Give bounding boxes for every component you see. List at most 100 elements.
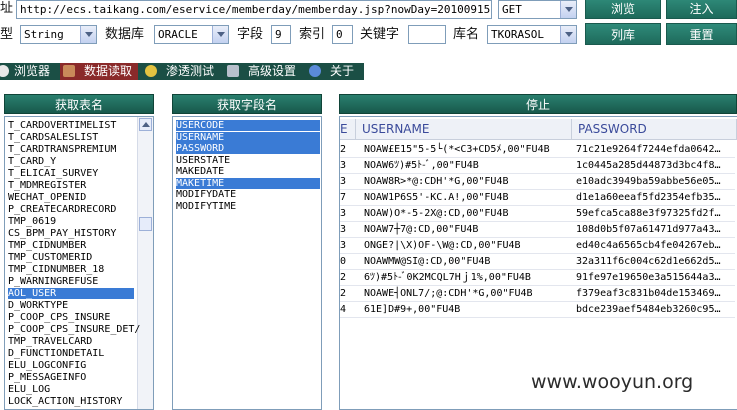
grid-column-header[interactable]: PASSWORD	[572, 119, 737, 140]
list-item[interactable]: ELU_LOGCONFIG	[8, 360, 134, 371]
info-icon	[309, 65, 321, 77]
list-item[interactable]: USERCODE	[176, 120, 320, 131]
list-item[interactable]: P_COOP_CPS_INSURE	[8, 312, 134, 323]
list-item[interactable]: WECHAT_OPENID	[8, 192, 134, 203]
tables-list[interactable]: T_CARDOVERTIMELIST T_CARDSALESLIST T_CARDT…	[4, 116, 154, 410]
table-cell: NOAW6ﾂ)#5ﾄ-ﾞ,00"FU4B	[364, 160, 479, 171]
list-item[interactable]: AOL_USER	[8, 288, 134, 299]
list-item[interactable]: T_ELICAI_SURVEY	[8, 168, 134, 179]
tab-about-label: 关于	[330, 64, 355, 78]
table-cell: 3	[340, 208, 347, 219]
inject-button[interactable]: 注入	[666, 0, 737, 19]
type-label: 型	[0, 27, 14, 42]
row-divider	[340, 317, 735, 318]
tab-pentest[interactable]: 渗透测试	[142, 63, 220, 80]
list-item[interactable]: P_CREATECARDRECORD	[8, 204, 134, 215]
table-cell: 59efca5ca88e3f97325fd2f…	[576, 208, 721, 219]
field-input[interactable]: 9	[271, 25, 291, 44]
list-item[interactable]: TMP_TRAVELCARD	[8, 336, 134, 347]
type-select[interactable]: String	[20, 25, 97, 44]
table-cell: 4	[340, 304, 347, 315]
fields-list[interactable]: USERCODE USERNAME PASSWORD USERSTATE MAKEDAT…	[172, 116, 322, 410]
database-select[interactable]: ORACLE	[154, 25, 229, 44]
list-item[interactable]: TMP_0619	[8, 216, 134, 227]
browse-button[interactable]: 浏览	[585, 0, 661, 19]
chevron-down-icon[interactable]	[80, 26, 96, 43]
list-item[interactable]: D_FUNCTIONDETAIL	[8, 348, 134, 359]
table-cell: 2	[340, 272, 347, 283]
get-tables-button[interactable]: 获取表名	[4, 94, 154, 114]
url-input[interactable]: http://ecs.taikang.com/eservice/memberda…	[16, 0, 492, 19]
table-cell: NOAW7┼7@:CD,00"FU4B	[364, 224, 479, 235]
tab-pentest-label: 渗透测试	[166, 64, 215, 78]
stop-button[interactable]: 停止	[339, 94, 737, 114]
table-cell: NOAW8R>*@:CDH'*G,00"FU4B	[364, 176, 509, 187]
list-item[interactable]: MODIFYTIME	[176, 201, 320, 212]
list-item[interactable]: MAKEDATE	[176, 166, 320, 177]
chevron-down-icon[interactable]	[212, 26, 228, 43]
table-cell: bdce239aef5484eb3260c95…	[576, 304, 721, 315]
table-cell: NOAW£E15"5-5└(*<C3+CD5ﾒ,00"FU4B	[364, 144, 550, 155]
list-item[interactable]: TMP_CIDNUMBER_18	[8, 264, 134, 275]
table-cell: NOAW1P6S5'-KC.A!,00"FU4B	[364, 192, 509, 203]
list-item[interactable]: CS_BPM_PAY_HISTORY	[8, 228, 134, 239]
tab-browser[interactable]: 浏览器	[0, 63, 58, 80]
grid-column-header[interactable]: E	[340, 119, 356, 140]
list-item[interactable]: P_MESSAGEINFO	[8, 372, 134, 383]
list-item[interactable]: T_CARD_Y	[8, 156, 134, 167]
tab-browser-label: 浏览器	[14, 64, 51, 78]
list-item[interactable]: P_COOP_CPS_INSURE_DET/	[8, 324, 140, 335]
database-label: 数据库	[105, 27, 145, 42]
field-label: 字段	[237, 27, 264, 42]
table-cell: NOAW)O*-5-2X@:CD,00"FU4B	[364, 208, 509, 219]
table-cell: 108d0b5f07a61471d977a43…	[576, 224, 721, 235]
database-icon	[63, 65, 75, 77]
list-item[interactable]: TMP_CIDNUMBER	[8, 240, 134, 251]
table-cell: NOAWMW@SI@:CD,00"FU4B	[364, 256, 491, 267]
scroll-up-icon[interactable]	[139, 118, 152, 131]
list-item[interactable]: T_CARDTRANSPREMIUM	[8, 144, 134, 155]
table-cell: 2	[340, 288, 347, 299]
table-cell: ed40c4a6565cb4fe04267eb…	[576, 240, 721, 251]
table-cell: 3	[340, 176, 347, 187]
table-cell: f379eaf3c831b04de153469…	[576, 288, 721, 299]
list-item[interactable]: PASSWORD	[176, 143, 320, 154]
libname-label: 库名	[453, 27, 480, 42]
list-item[interactable]: LOCK_ACTION_HISTORY	[8, 396, 134, 407]
table-cell: 3	[340, 240, 347, 251]
tables-scrollbar[interactable]	[137, 117, 153, 409]
index-input[interactable]: 0	[332, 25, 353, 44]
chevron-down-icon[interactable]	[560, 1, 576, 18]
list-item[interactable]: T_CARDSALESLIST	[8, 132, 134, 143]
get-fields-button[interactable]: 获取字段名	[172, 94, 322, 114]
table-cell: 3	[340, 224, 347, 235]
list-item[interactable]: MODIFYDATE	[176, 189, 320, 200]
list-item[interactable]: T_MDMREGISTER	[8, 180, 134, 191]
tab-data-read-label: 数据读取	[84, 64, 133, 78]
table-cell: 1c0445a285d44873d3bc4f8…	[576, 160, 721, 171]
reset-button[interactable]: 重置	[666, 23, 737, 45]
tab-data-read[interactable]: 数据读取	[60, 63, 138, 80]
list-item[interactable]: ELU_LOG	[8, 384, 134, 395]
table-cell: NOAWE┤ONL7/;@:CDH'*G,00"FU4B	[364, 288, 533, 299]
tab-advanced-settings-label: 高级设置	[248, 64, 297, 78]
list-item[interactable]: P_WARNINGREFUSE	[8, 276, 134, 287]
tab-about[interactable]: 关于	[306, 63, 364, 80]
list-item[interactable]: TMP_CUSTOMERID	[8, 252, 134, 263]
tools-icon	[227, 65, 239, 77]
list-item[interactable]: D_WORKTYPE	[8, 300, 134, 311]
chevron-down-icon[interactable]	[560, 26, 576, 43]
list-item[interactable]: MAKETIME	[176, 177, 320, 189]
list-item[interactable]: USERSTATE	[176, 155, 320, 166]
method-select[interactable]: GET	[498, 0, 577, 19]
list-item[interactable]: T_CARDOVERTIMELIST	[8, 120, 134, 131]
scroll-thumb[interactable]	[139, 217, 152, 231]
libname-select[interactable]: TKORASOL	[487, 25, 577, 44]
table-cell: 7	[340, 192, 347, 203]
list-library-button[interactable]: 列库	[585, 23, 661, 45]
grid-column-header[interactable]: USERNAME	[356, 119, 572, 140]
list-item[interactable]: USERNAME	[176, 131, 320, 143]
tab-advanced-settings[interactable]: 高级设置	[224, 63, 302, 80]
table-cell: 2	[340, 144, 347, 155]
keyword-input[interactable]	[408, 25, 446, 44]
